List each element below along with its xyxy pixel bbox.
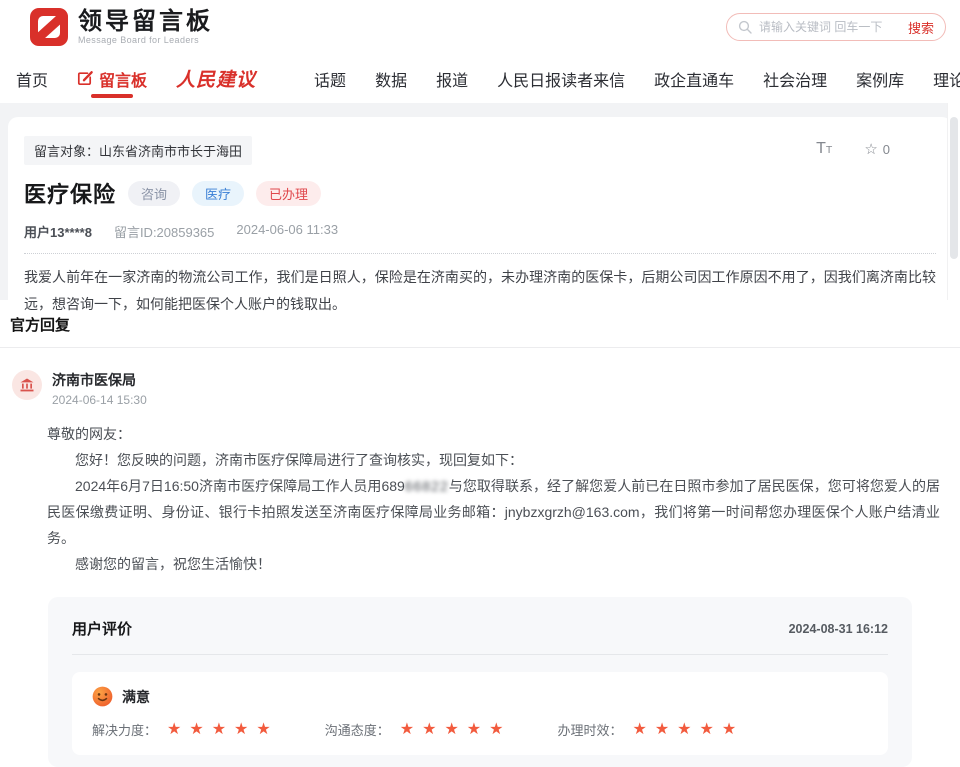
tag-status-handled[interactable]: 已办理 [256, 181, 321, 206]
scrollbar-track[interactable] [947, 103, 960, 300]
message-body: 我爱人前年在一家济南的物流公司工作，我们是日照人，保险是在济南买的，未办理济南的… [24, 264, 936, 318]
evaluation-title: 用户评价 [72, 618, 132, 639]
satisfaction-label: 满意 [122, 687, 150, 707]
card-tools: TT ☆ 0 [816, 136, 936, 158]
nav-label: 留言板 [99, 67, 147, 91]
rating-label-communication: 沟通态度： [325, 720, 390, 739]
dotted-divider [24, 253, 936, 254]
nav-label: 人民日报读者来信 [497, 67, 625, 91]
evaluation-divider [72, 654, 888, 655]
message-title: 医疗保险 [24, 177, 116, 209]
rating-stars-timeliness: ★★★★★ [632, 722, 744, 738]
reply-paragraph-detail: 2024年6月7日16:50济南市医疗保障局工作人员用68966822与您取得联… [47, 473, 940, 551]
agency-name: 济南市医保局 [52, 370, 147, 390]
nav-item-reports[interactable]: 报道 [436, 54, 468, 103]
nav-item-reader-letters[interactable]: 人民日报读者来信 [497, 54, 625, 103]
nav-label: 社会治理 [763, 67, 827, 91]
font-size-icon[interactable]: TT [816, 140, 832, 158]
nav-item-home[interactable]: 首页 [16, 54, 48, 103]
reply-text-before-mask: 2024年6月7日16:50济南市医疗保障局工作人员用689 [75, 478, 405, 494]
nav-item-data[interactable]: 数据 [375, 54, 407, 103]
nav-label: 数据 [375, 67, 407, 91]
evaluation-panel: 用户评价 2024-08-31 16:12 满意 解决力度： ★★★★★ [48, 597, 912, 767]
tag-medical[interactable]: 医疗 [192, 181, 244, 206]
nav-item-message-board[interactable]: 留言板 [77, 54, 147, 103]
nav-label: 理论 [933, 67, 960, 91]
rating-label-resolution: 解决力度： [92, 720, 157, 739]
reply-paragraph-salutation: 尊敬的网友： [47, 421, 940, 447]
brand-text: 领导留言板 Message Board for Leaders [78, 9, 213, 45]
nav-label: 话题 [314, 67, 346, 91]
satisfied-emoji-icon [92, 686, 113, 707]
search-input[interactable] [759, 20, 901, 34]
nav-label: 政企直通车 [654, 67, 734, 91]
reply-paragraph-closing: 感谢您的留言，祝您生活愉快！ [47, 551, 940, 577]
message-meta: 用户13****8 留言ID:20859365 2024-06-06 11:33 [24, 222, 936, 241]
nav-item-gov-business[interactable]: 政企直通车 [654, 54, 734, 103]
nav-label: 报道 [436, 67, 468, 91]
nav-item-theory[interactable]: 理论 [933, 54, 960, 103]
search-button[interactable]: 搜索 [908, 18, 934, 37]
font-size-large-glyph: T [816, 140, 826, 157]
message-date: 2024-06-06 11:33 [236, 222, 338, 241]
rating-communication: 沟通态度： ★★★★★ [325, 720, 512, 739]
nav-label: 首页 [16, 67, 48, 91]
masked-phone-digits: 66822 [405, 478, 449, 494]
brand-logo[interactable]: 领导留言板 Message Board for Leaders [30, 8, 213, 46]
reply-paragraph-intro: 您好！您反映的问题，济南市医疗保障局进行了查询核实，现回复如下： [47, 447, 940, 473]
message-card: 留言对象：山东省济南市市长于海田 TT ☆ 0 医疗保险 咨询 医疗 已办理 用… [8, 117, 952, 300]
rating-resolution: 解决力度： ★★★★★ [92, 720, 279, 739]
evaluation-card: 满意 解决力度： ★★★★★ 沟通态度： ★★★★★ 办理时效： ★★★★★ [72, 672, 888, 755]
search-icon [738, 20, 752, 34]
evaluation-date: 2024-08-31 16:12 [789, 622, 888, 636]
message-target: 留言对象：山东省济南市市长于海田 [24, 136, 252, 165]
brand-logo-icon [30, 8, 68, 46]
rating-timeliness: 办理时效： ★★★★★ [557, 720, 744, 739]
nav-item-case-library[interactable]: 案例库 [856, 54, 904, 103]
font-size-small-glyph: T [826, 144, 832, 156]
favorite-count: 0 [883, 142, 890, 157]
rating-rows: 解决力度： ★★★★★ 沟通态度： ★★★★★ 办理时效： ★★★★★ [92, 720, 868, 739]
rating-label-timeliness: 办理时效： [557, 720, 622, 739]
tag-consult[interactable]: 咨询 [128, 181, 180, 206]
nav-item-people-suggestion[interactable]: 人民建议 [176, 54, 256, 103]
brand-title: 领导留言板 [78, 9, 213, 35]
bank-icon [19, 377, 35, 393]
reply-body: 尊敬的网友： 您好！您反映的问题，济南市医疗保障局进行了查询核实，现回复如下： … [47, 421, 940, 577]
nav-label: 人民建议 [176, 65, 256, 92]
header: 领导留言板 Message Board for Leaders 搜索 [0, 0, 960, 54]
nav-label: 案例库 [856, 67, 904, 91]
message-user: 用户13****8 [24, 222, 92, 241]
edit-icon [77, 70, 94, 87]
message-id: 留言ID:20859365 [114, 222, 214, 241]
nav-active-underline [91, 94, 133, 98]
content-band: 留言对象：山东省济南市市长于海田 TT ☆ 0 医疗保险 咨询 医疗 已办理 用… [0, 103, 960, 300]
search-box[interactable]: 搜索 [726, 13, 946, 41]
star-icon: ☆ [864, 142, 877, 157]
brand-subtitle: Message Board for Leaders [78, 35, 213, 45]
reply-date: 2024-06-14 15:30 [52, 393, 147, 407]
rating-stars-resolution: ★★★★★ [167, 722, 279, 738]
main-nav: 首页 留言板 人民建议 话题 数据 报道 人民日报读者来信 政企直通车 社会治理… [0, 54, 960, 103]
official-reply-section: 官方回复 济南市医保局 2024-06-14 15:30 尊敬的网友： 您好！您… [0, 314, 960, 577]
nav-item-topics[interactable]: 话题 [314, 54, 346, 103]
nav-item-social-governance[interactable]: 社会治理 [763, 54, 827, 103]
agency-info: 济南市医保局 2024-06-14 15:30 [52, 370, 147, 407]
scrollbar-thumb[interactable] [950, 117, 958, 259]
favorite-button[interactable]: ☆ 0 [864, 142, 890, 157]
agency-avatar [12, 370, 42, 400]
rating-stars-communication: ★★★★★ [400, 722, 512, 738]
